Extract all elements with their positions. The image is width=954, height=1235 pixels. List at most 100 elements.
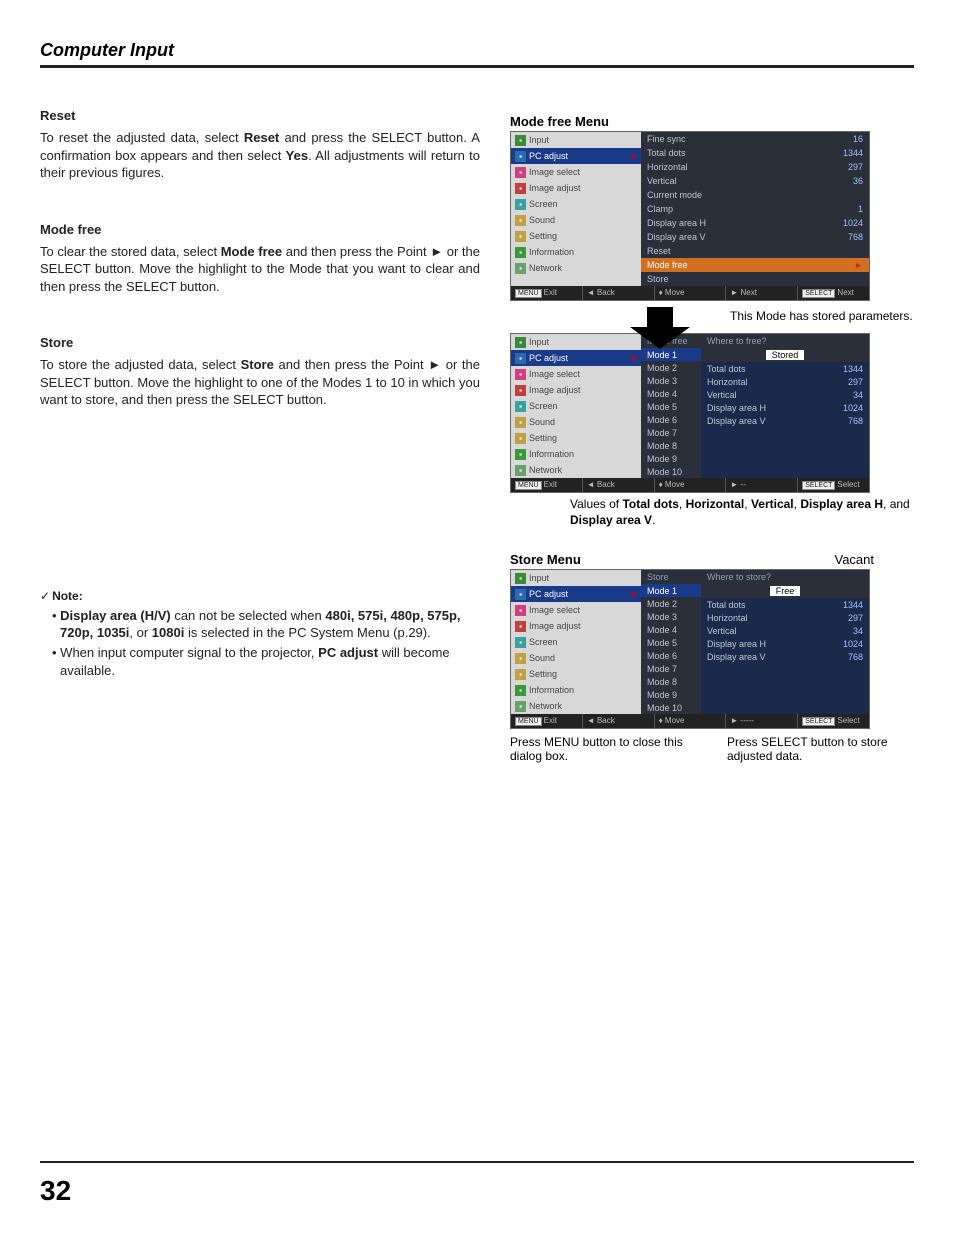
menu-item-image-select[interactable]: ▪Image select [511, 164, 641, 180]
mode-item[interactable]: Mode 5 [641, 636, 701, 649]
mode-item[interactable]: Mode 7 [641, 662, 701, 675]
osd-row[interactable]: Vertical36 [641, 174, 869, 188]
param-label: Display area V [707, 416, 766, 426]
mode-item[interactable]: Mode 8 [641, 439, 701, 452]
menu-item-screen[interactable]: ▪Screen [511, 196, 641, 212]
menu-item-image-adjust[interactable]: ▪Image adjust [511, 618, 641, 634]
menu-icon: ▪ [515, 685, 526, 696]
mode-item[interactable]: Mode 3 [641, 374, 701, 387]
row-label: Display area V [647, 232, 706, 242]
menu-item-sound[interactable]: ▪Sound [511, 414, 641, 430]
mode-item[interactable]: Mode 3 [641, 610, 701, 623]
menu-item-information[interactable]: ▪Information [511, 682, 641, 698]
mode-item[interactable]: Mode 6 [641, 649, 701, 662]
param-value: 1344 [843, 364, 863, 374]
mode-item[interactable]: Mode 2 [641, 597, 701, 610]
caption-select: Press SELECT button to store adjusted da… [727, 735, 914, 763]
mode-item[interactable]: Mode 10 [641, 701, 701, 714]
foot-next2: SELECTNext [798, 286, 869, 300]
menu-item-image-select[interactable]: ▪Image select [511, 602, 641, 618]
param-row: Horizontal297 [701, 611, 869, 624]
menu-item-pc-adjust[interactable]: ▪PC adjust◄ [511, 586, 641, 602]
param-value: 1024 [843, 639, 863, 649]
row-value: 297 [848, 162, 863, 172]
osd-row[interactable]: Horizontal297 [641, 160, 869, 174]
menu-icon: ▪ [515, 465, 526, 476]
menu-label: Network [529, 465, 562, 475]
menu-item-information[interactable]: ▪Information [511, 446, 641, 462]
menu-item-image-adjust[interactable]: ▪Image adjust [511, 382, 641, 398]
menu-label: PC adjust [529, 353, 568, 363]
menu-item-setting[interactable]: ▪Setting [511, 228, 641, 244]
menu-item-sound[interactable]: ▪Sound [511, 650, 641, 666]
osd-row[interactable]: Display area V768 [641, 230, 869, 244]
param-row: Total dots1344 [701, 362, 869, 375]
menu-item-setting[interactable]: ▪Setting [511, 666, 641, 682]
menu-icon: ▪ [515, 701, 526, 712]
mode-item[interactable]: Mode 6 [641, 413, 701, 426]
param-label: Horizontal [707, 613, 748, 623]
menu-icon: ▪ [515, 589, 526, 600]
page-header: Computer Input [40, 40, 914, 68]
osd-row[interactable]: Current mode [641, 188, 869, 202]
menu-item-input[interactable]: ▪Input [511, 334, 641, 350]
mode-item[interactable]: Mode 7 [641, 426, 701, 439]
foot-select: SELECTSelect [798, 478, 869, 492]
mode-item[interactable]: Mode 9 [641, 688, 701, 701]
menu-item-pc-adjust[interactable]: ▪PC adjust◄ [511, 350, 641, 366]
foot-dashes: ► ----- [726, 714, 798, 728]
text-bold: Store [241, 357, 274, 372]
row-label: Vertical [647, 176, 677, 186]
osd-row[interactable]: Total dots1344 [641, 146, 869, 160]
menu-label: Network [529, 701, 562, 711]
row-value: 1024 [843, 218, 863, 228]
menu-item-information[interactable]: ▪Information [511, 244, 641, 260]
mode-item[interactable]: Mode 2 [641, 361, 701, 374]
menu-item-network[interactable]: ▪Network [511, 698, 641, 714]
osd-store: ▪Input▪PC adjust◄▪Image select▪Image adj… [510, 569, 870, 729]
row-label: Total dots [647, 148, 686, 158]
osd-row[interactable]: Clamp1 [641, 202, 869, 216]
osd-row[interactable]: Reset [641, 244, 869, 258]
mode-item[interactable]: Mode 8 [641, 675, 701, 688]
menu-item-pc-adjust[interactable]: ▪PC adjust◄ [511, 148, 641, 164]
mode-item[interactable]: Mode 1 [641, 584, 701, 597]
mode-item[interactable]: Mode 1 [641, 348, 701, 361]
store-body: To store the adjusted data, select Store… [40, 356, 480, 409]
text: When input computer signal to the projec… [60, 645, 318, 660]
foot-exit: MENUExit [511, 286, 583, 300]
mode-item[interactable]: Mode 4 [641, 623, 701, 636]
mode-item[interactable]: Mode 4 [641, 387, 701, 400]
mode-item[interactable]: Mode 5 [641, 400, 701, 413]
menu-item-sound[interactable]: ▪Sound [511, 212, 641, 228]
menu-item-image-select[interactable]: ▪Image select [511, 366, 641, 382]
osd-modefree-top: ▪Input▪PC adjust◄▪Image select▪Image adj… [510, 131, 870, 301]
osd-row[interactable]: Mode free► [641, 258, 869, 272]
menu-item-screen[interactable]: ▪Screen [511, 398, 641, 414]
menu-item-setting[interactable]: ▪Setting [511, 430, 641, 446]
mode-item[interactable]: Mode 10 [641, 465, 701, 478]
row-value: 16 [853, 134, 863, 144]
param-label: Display area H [707, 639, 766, 649]
menu-item-image-adjust[interactable]: ▪Image adjust [511, 180, 641, 196]
modefree-menu-title: Mode free Menu [510, 114, 914, 129]
menu-icon: ▪ [515, 263, 526, 274]
row-label: Reset [647, 246, 671, 256]
param-label: Vertical [707, 390, 737, 400]
text: is selected in the PC System Menu (p.29)… [184, 625, 430, 640]
menu-item-network[interactable]: ▪Network [511, 462, 641, 478]
foot-move: ♦ Move [655, 478, 727, 492]
osd-row[interactable]: Display area H1024 [641, 216, 869, 230]
osd-row[interactable]: Fine sync16 [641, 132, 869, 146]
menu-item-screen[interactable]: ▪Screen [511, 634, 641, 650]
param-value: 768 [848, 416, 863, 426]
osd-row[interactable]: Store [641, 272, 869, 286]
menu-item-input[interactable]: ▪Input [511, 132, 641, 148]
menu-item-network[interactable]: ▪Network [511, 260, 641, 276]
mode-item[interactable]: Mode 9 [641, 452, 701, 465]
menu-label: Image select [529, 605, 580, 615]
menu-item-input[interactable]: ▪Input [511, 570, 641, 586]
arrow-right-icon: ◄ [628, 151, 637, 161]
param-label: Total dots [707, 600, 746, 610]
menu-label: Input [529, 573, 549, 583]
